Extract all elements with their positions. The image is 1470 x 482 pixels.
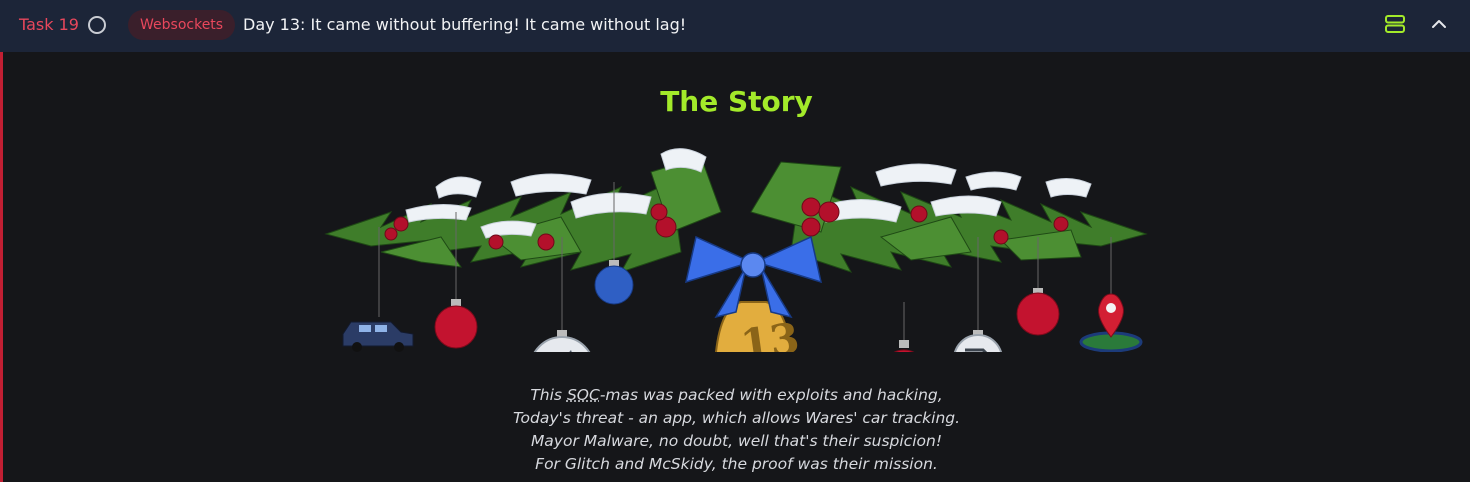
status-circle-icon — [88, 16, 106, 34]
topic-tag: Websockets — [128, 10, 236, 40]
task-content: The Story 13 This SOC-mas was packed wit… — [0, 52, 1470, 482]
red-ornament — [434, 299, 478, 349]
poem-line-3: Mayor Malware, no doubt, well that's the… — [530, 432, 943, 450]
poem-line-1: This SOC-mas was packed with exploits an… — [530, 386, 943, 404]
task-number: Task 19 — [19, 15, 79, 34]
poem-line-4: For Glitch and McSkidy, the proof was th… — [535, 455, 938, 473]
story-heading: The Story — [660, 85, 813, 118]
bell-number: 13 — [738, 313, 803, 352]
task-header[interactable]: Task 19 Websockets Day 13: It came witho… — [0, 0, 1470, 52]
car-icon — [342, 321, 414, 352]
golden-bell: 13 — [714, 301, 803, 352]
poem-line-2: Today's threat - an app, which allows Wa… — [512, 409, 961, 427]
task-title: Day 13: It came without buffering! It ca… — [243, 15, 687, 34]
chevron-up-icon[interactable] — [1430, 15, 1448, 33]
christmas-garland-image: 13 — [324, 148, 1148, 352]
server-icon[interactable] — [1385, 15, 1405, 33]
story-poem: This SOC-mas was packed with exploits an… — [3, 384, 1470, 476]
map-pin-icon — [1079, 293, 1143, 352]
red-ornament — [1016, 288, 1060, 336]
satellite-dish-ornament — [533, 330, 591, 352]
red-ornament-glitch — [893, 340, 915, 352]
soc-abbreviation: SOC — [566, 386, 600, 404]
websocket-ornament — [954, 330, 1002, 352]
